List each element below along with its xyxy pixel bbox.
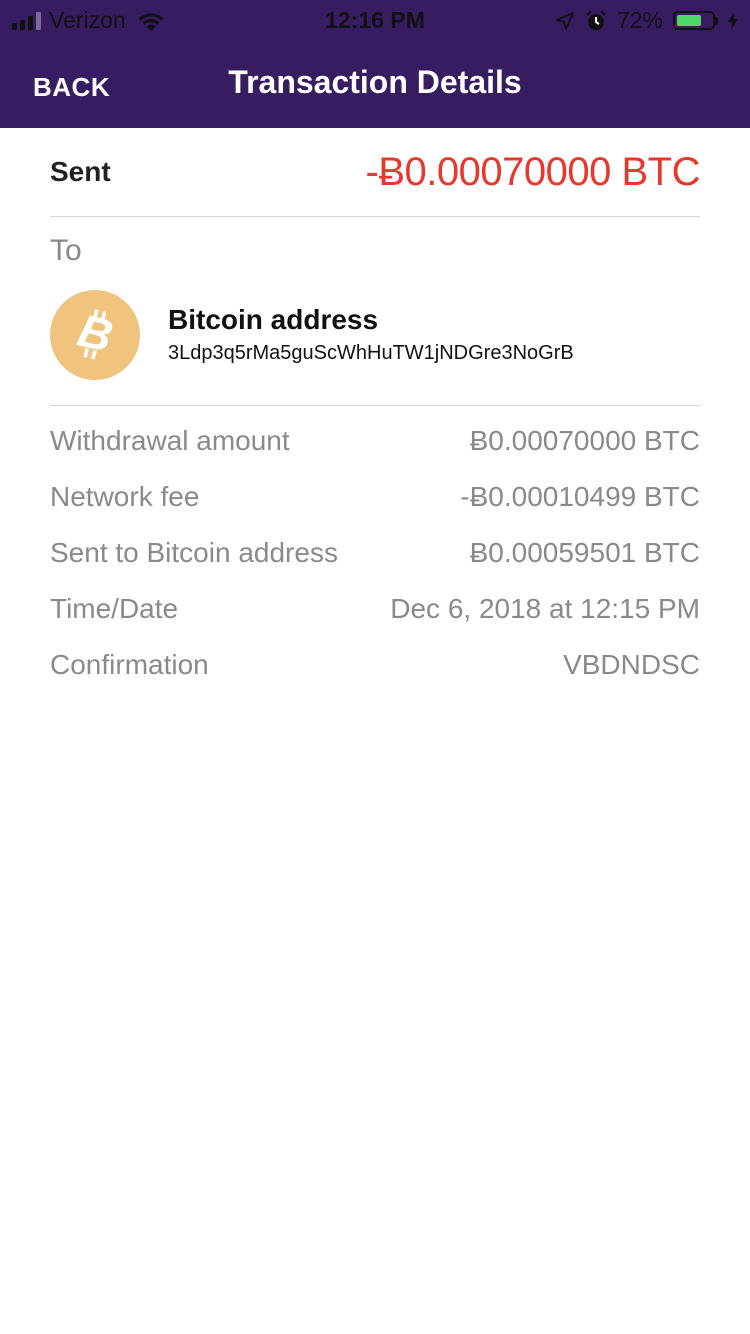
address-type-label: Bitcoin address xyxy=(168,304,379,335)
bitcoin-address: 3Ldp3q5rMa5guScWhHuTW1jNDGre3NoGrB xyxy=(168,342,574,364)
detail-value: Dec 6, 2018 at 12:15 PM xyxy=(390,593,700,624)
sent-summary-row: Sent -Ƀ0.00070000 BTC xyxy=(50,128,701,217)
detail-row-sent-to-address: Sent to Bitcoin address Ƀ0.00059501 BTC xyxy=(50,525,700,581)
detail-row-network-fee: Network fee -Ƀ0.00010499 BTC xyxy=(50,469,700,525)
location-arrow-icon xyxy=(555,11,574,30)
status-right: 72% xyxy=(555,7,738,34)
detail-label: Confirmation xyxy=(50,649,209,680)
page-title: Transaction Details xyxy=(228,64,522,100)
sent-amount: -Ƀ0.00070000 BTC xyxy=(365,149,701,194)
recipient-address-block: B Bitcoin address 3Ldp3q5rMa5guScWhHuTW1… xyxy=(50,290,700,406)
detail-label: Withdrawal amount xyxy=(50,425,290,456)
to-label: To xyxy=(50,234,82,267)
battery-percentage: 72% xyxy=(616,7,663,33)
battery-icon xyxy=(673,11,718,30)
detail-value: -Ƀ0.00010499 BTC xyxy=(460,481,700,512)
detail-value[interactable]: VBDNDSC xyxy=(563,649,700,681)
detail-label: Time/Date xyxy=(50,593,179,624)
bitcoin-icon: B xyxy=(50,290,140,380)
sent-label: Sent xyxy=(50,156,111,187)
detail-label: Network fee xyxy=(50,481,200,512)
nav-bar: Verizon 12:16 PM 72% BACK Transaction De… xyxy=(0,0,750,128)
detail-value: Ƀ0.00070000 BTC xyxy=(469,425,700,456)
transaction-details-list: Withdrawal amount Ƀ0.00070000 BTC Networ… xyxy=(50,413,700,693)
charging-bolt-icon xyxy=(728,11,738,30)
bitcoin-symbol-icon: B xyxy=(73,305,118,362)
detail-row-confirmation: Confirmation VBDNDSC xyxy=(50,637,700,693)
detail-label: Sent to Bitcoin address xyxy=(50,537,338,568)
detail-row-time-date: Time/Date Dec 6, 2018 at 12:15 PM xyxy=(50,581,700,637)
detail-row-withdrawal-amount: Withdrawal amount Ƀ0.00070000 BTC xyxy=(50,413,700,469)
alarm-clock-icon xyxy=(586,9,606,30)
status-bar: Verizon 12:16 PM 72% xyxy=(0,0,750,40)
detail-value: Ƀ0.00059501 BTC xyxy=(469,537,700,568)
